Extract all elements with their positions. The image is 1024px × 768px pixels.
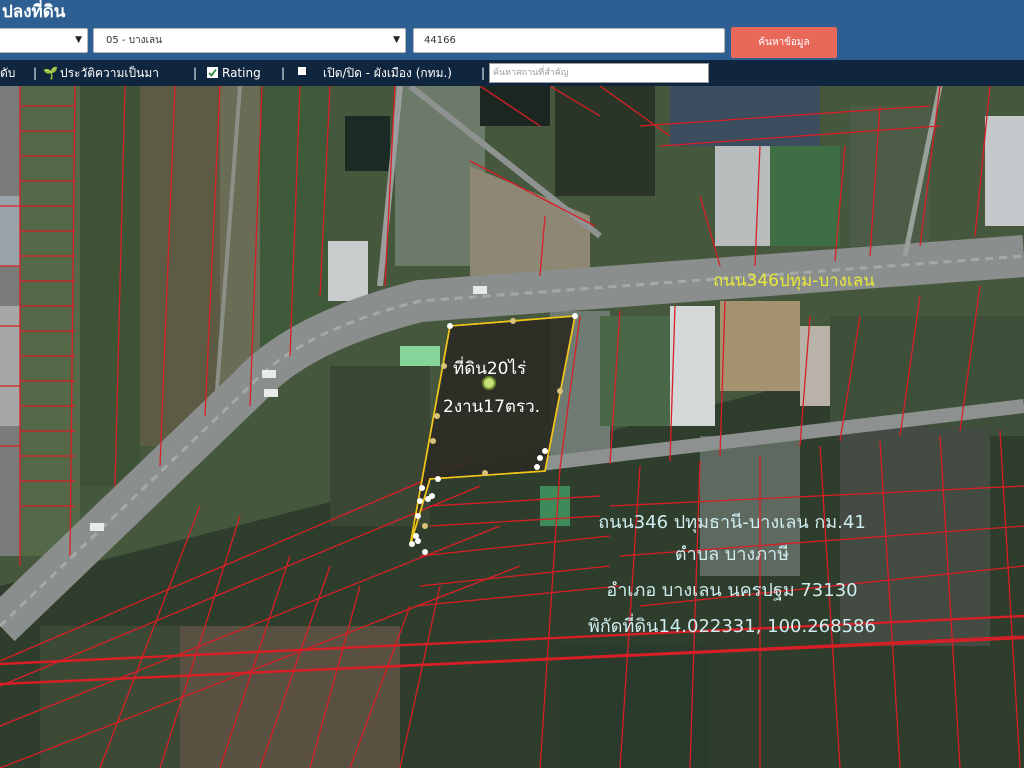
field-area [220, 86, 260, 386]
history-toggle[interactable]: 🌱 ประวัติความเป็นมา [43, 60, 159, 86]
building-roof [715, 146, 770, 246]
field-area [480, 86, 550, 126]
checkbox-checked-icon[interactable] [207, 67, 218, 78]
rating-label: Rating [222, 66, 261, 80]
history-label: ประวัติความเป็นมา [59, 66, 159, 80]
place-search-input[interactable]: ค้นหาสถานที่สำคัญ [489, 63, 709, 83]
pond [345, 116, 390, 171]
sprout-icon: 🌱 [43, 66, 58, 80]
deed-number-input[interactable]: 44166 [413, 28, 725, 53]
field-area [330, 366, 430, 526]
field-area [840, 426, 990, 646]
chevron-down-icon: ▼ [75, 35, 82, 45]
field-area [40, 626, 180, 768]
building-roof [0, 306, 20, 426]
building-roof [328, 241, 368, 301]
chevron-down-icon: ▼ [393, 35, 400, 45]
district-select[interactable]: 05 - บางเลน ▼ [93, 28, 406, 53]
map-toolbar: ดับ | 🌱 ประวัติความเป็นมา | Rating | เปิด… [0, 60, 1024, 86]
city-plan-label: เปิด/ปิด - ผังเมือง (กทม.) [323, 66, 452, 80]
checkbox-unchecked-icon[interactable] [298, 67, 309, 78]
page-title: ปลงที่ดิน [2, 2, 66, 22]
building-roof [985, 116, 1024, 226]
cleared-land [720, 301, 800, 391]
rating-toggle[interactable]: Rating [207, 60, 261, 86]
field-area [770, 146, 840, 246]
toolbar-item-first[interactable]: ดับ [0, 60, 15, 86]
field-area [560, 646, 710, 768]
toolbar-separator: | [193, 66, 198, 80]
parcel-area-line2: 2งาน17ตรว. [443, 397, 540, 417]
field-area [600, 316, 670, 426]
address-line: ตำบล บางภาษี [675, 544, 789, 565]
toolbar-separator: | [281, 66, 286, 80]
search-button[interactable]: ค้นหาข้อมูล [731, 27, 837, 58]
address-line: อำเภอ บางเลน นครปฐม 73130 [606, 580, 857, 601]
toolbar-separator: | [481, 66, 486, 80]
field-area [400, 346, 440, 366]
address-line: พิกัดที่ดิน14.022331, 100.268586 [588, 613, 876, 637]
field-area [540, 486, 570, 526]
toolbar-separator: | [33, 66, 38, 80]
district-select-value: 05 - บางเลน [106, 35, 162, 46]
solar-panels [670, 86, 820, 146]
address-line: ถนน346 ปทุมธานี-บางเลน กม.41 [598, 512, 866, 533]
field-area [555, 86, 655, 196]
city-plan-toggle[interactable]: เปิด/ปิด - ผังเมือง (กทม.) [298, 60, 452, 86]
road-label: ถนน346ปทุม-บางเลน [713, 271, 875, 291]
field-area [140, 86, 220, 446]
building-roof [670, 306, 715, 426]
field-area [80, 86, 140, 486]
satellite-map[interactable]: ถนน346ปทุม-บางเลน ที่ดิน20ไร่ 2งาน17ตรว.… [0, 86, 1024, 768]
header-bar: ปลงที่ดิน ▼ 05 - บางเลน ▼ 44166 ค้นหาข้อ… [0, 0, 1024, 60]
province-select[interactable]: ▼ [0, 28, 88, 53]
parcel-area-line1: ที่ดิน20ไร่ [453, 356, 526, 379]
